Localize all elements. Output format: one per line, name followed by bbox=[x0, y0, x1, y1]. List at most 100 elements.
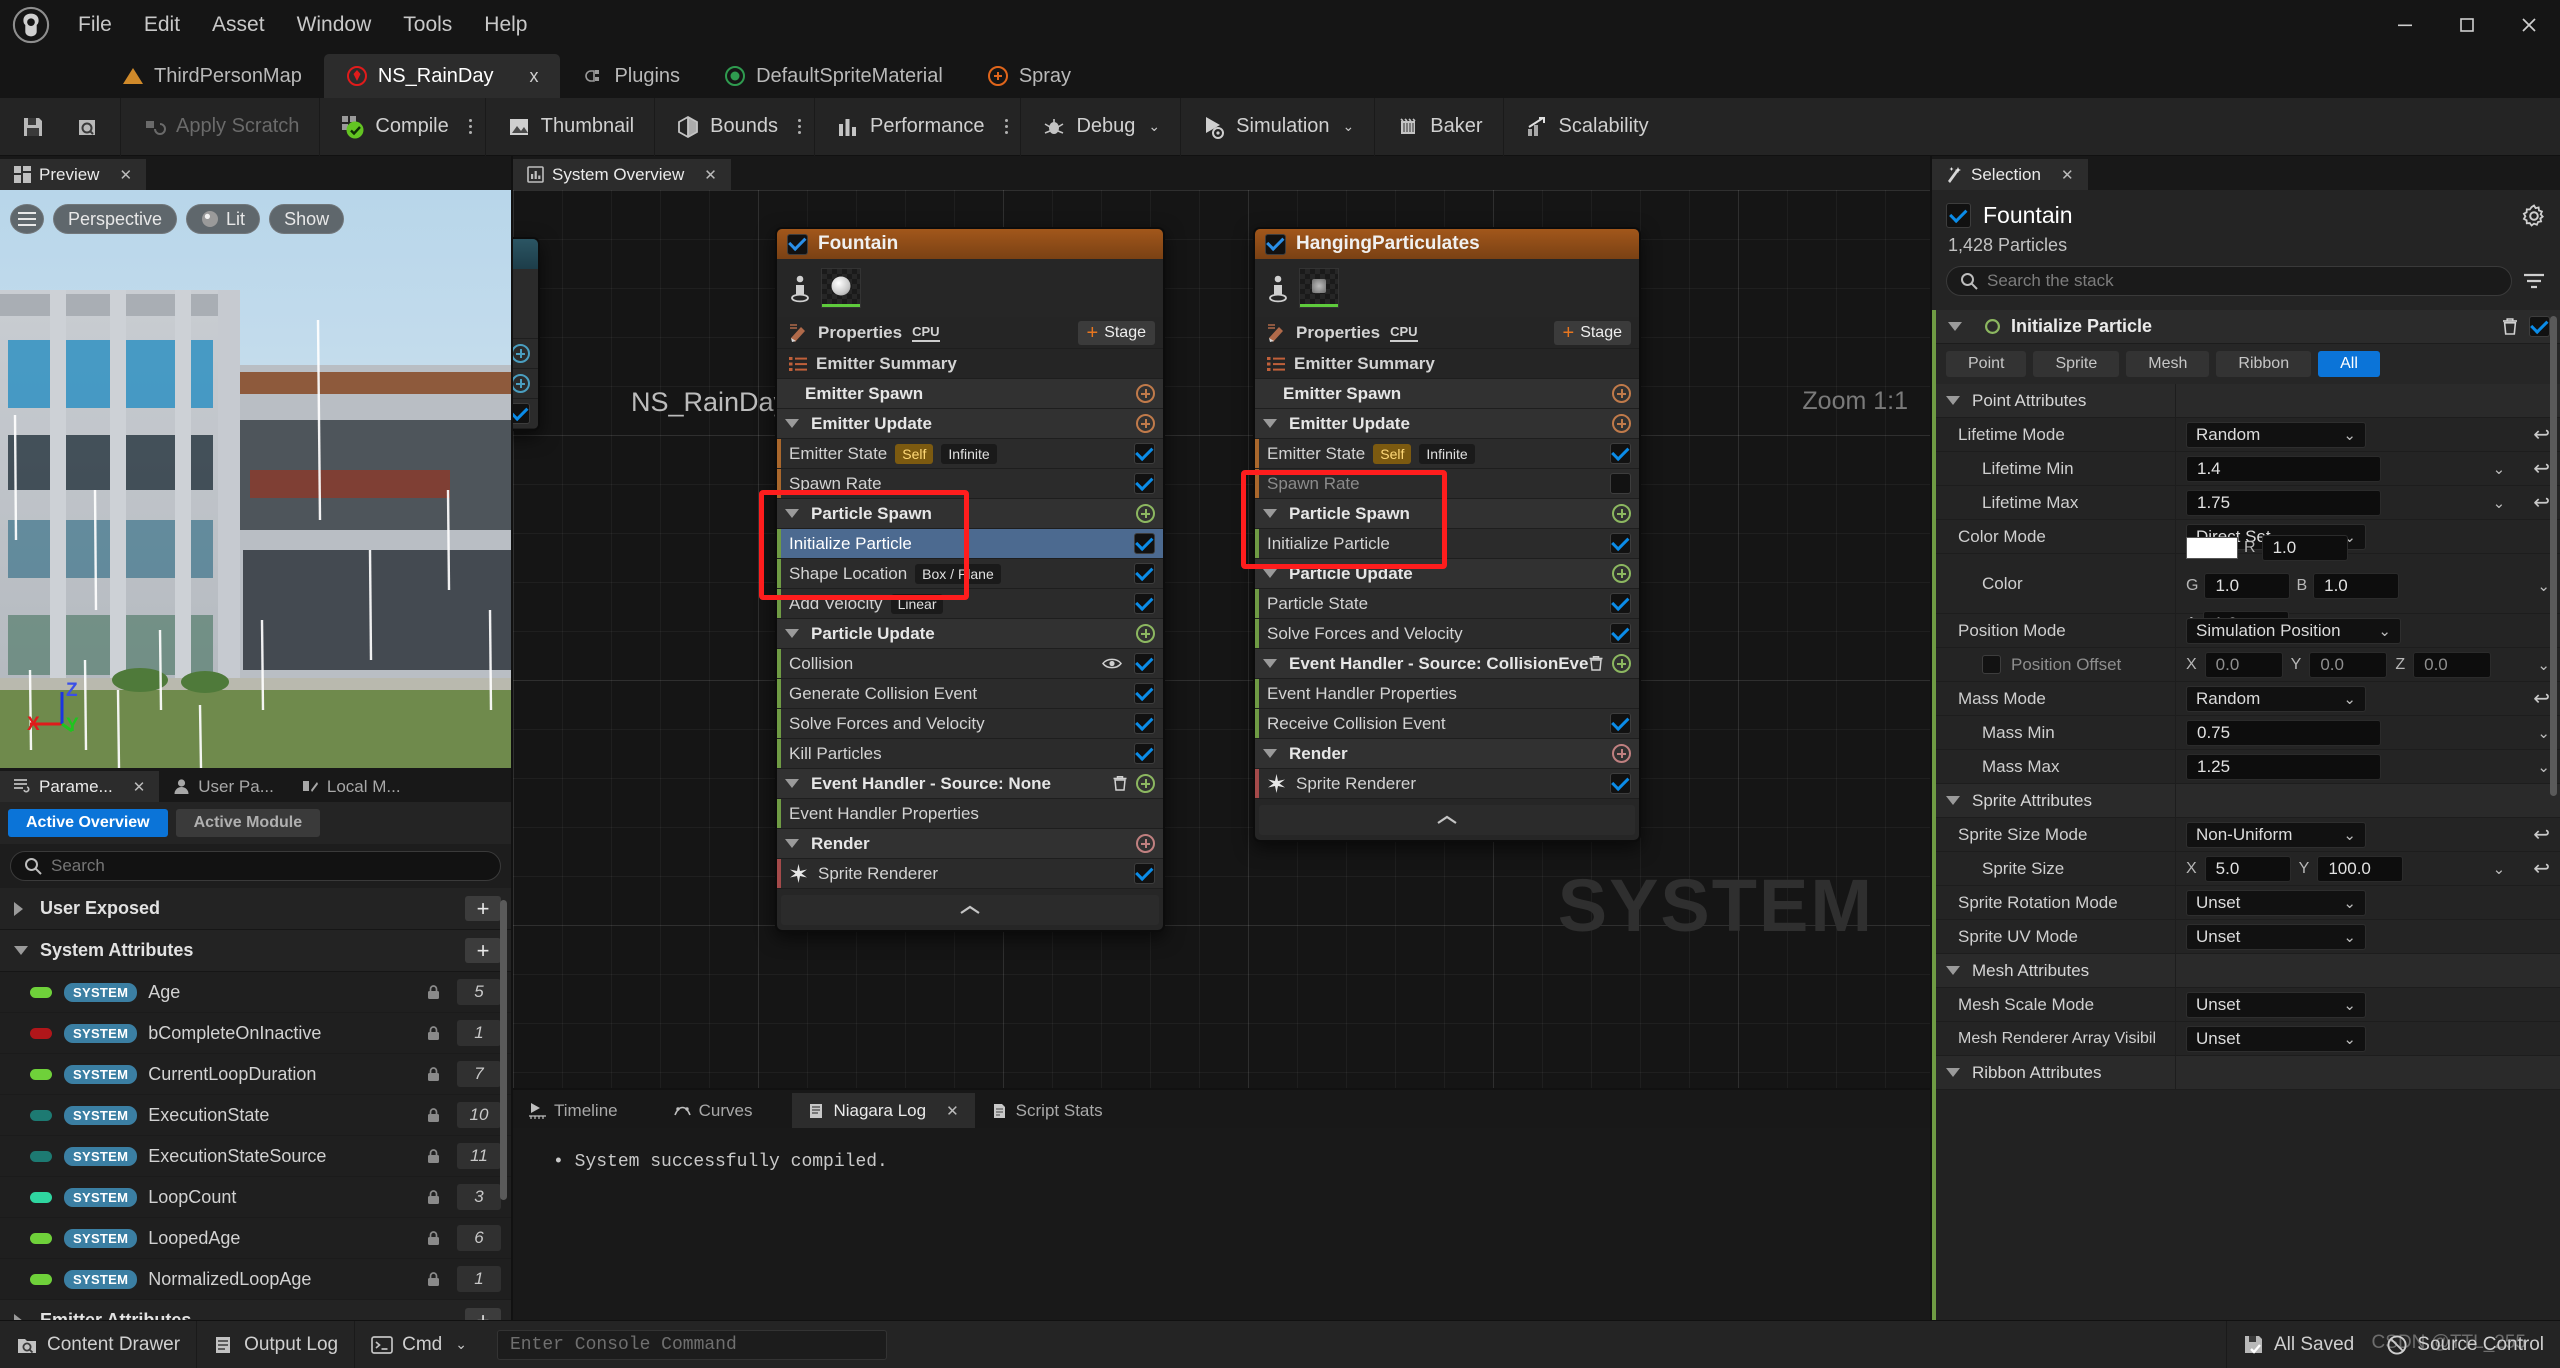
revert-icon[interactable]: ↩ bbox=[2523, 856, 2550, 881]
mesh-scale-mode-dropdown[interactable]: Unset ⌄ bbox=[2186, 991, 2366, 1018]
close-icon[interactable]: ✕ bbox=[133, 778, 146, 796]
emitter-properties-row[interactable]: Properties CPU + Stage bbox=[777, 317, 1163, 349]
add-module-icon[interactable] bbox=[1136, 774, 1155, 793]
segment-active-overview[interactable]: Active Overview bbox=[8, 809, 168, 837]
add-module-icon[interactable] bbox=[1136, 624, 1155, 643]
chevron-down-icon[interactable] bbox=[1263, 509, 1281, 518]
chevron-down-icon[interactable]: ⌄ bbox=[2493, 460, 2506, 478]
save-button[interactable] bbox=[6, 104, 60, 150]
stack-module-solve-forces-and-velocity[interactable]: Solve Forces and Velocity bbox=[1255, 619, 1639, 649]
tab-user-parameters[interactable]: User Pa... bbox=[159, 771, 288, 802]
module-enable-checkbox[interactable] bbox=[1134, 683, 1155, 704]
module-enable-checkbox[interactable] bbox=[1134, 653, 1155, 674]
chevron-down-icon[interactable] bbox=[785, 629, 803, 638]
add-system-attribute-button[interactable]: + bbox=[465, 938, 501, 963]
viewport-perspective-button[interactable]: Perspective bbox=[53, 204, 178, 234]
tab-parameters[interactable]: Parame... ✕ bbox=[0, 771, 160, 802]
prop-lifetime-max[interactable]: Lifetime Max 1.75 ⌄ ↩ bbox=[1936, 486, 2560, 520]
add-module-icon[interactable] bbox=[1612, 564, 1631, 583]
add-renderer-icon[interactable] bbox=[1612, 744, 1631, 763]
stack-category-render[interactable]: Render bbox=[1255, 739, 1639, 769]
prop-sprite-uv-mode[interactable]: Sprite UV Mode Unset ⌄ bbox=[1936, 920, 2560, 954]
chip-ribbon[interactable]: Ribbon bbox=[2216, 351, 2312, 377]
scalability-button[interactable]: Scalability bbox=[1510, 104, 1663, 150]
color-swatch[interactable] bbox=[2186, 536, 2238, 559]
param-row[interactable]: SYSTEM LoopCount 3 bbox=[0, 1177, 511, 1218]
stack-scrollbar[interactable] bbox=[2550, 316, 2557, 796]
chevron-down-icon[interactable] bbox=[785, 419, 803, 428]
add-module-icon[interactable] bbox=[1612, 504, 1631, 523]
baker-button[interactable]: Baker bbox=[1381, 104, 1496, 150]
all-saved-button[interactable]: All Saved bbox=[2227, 1321, 2370, 1368]
selection-enable-checkbox[interactable] bbox=[1946, 203, 1971, 228]
prop-position-offset[interactable]: Position Offset X 0.0 Y 0.0 Z 0.0 ⌄ bbox=[1936, 648, 2560, 682]
compile-button[interactable]: Compile bbox=[326, 104, 462, 150]
sprite-uv-mode-dropdown[interactable]: Unset ⌄ bbox=[2186, 923, 2366, 950]
emitter-properties-row[interactable]: Properties CPU + Stage bbox=[1255, 317, 1639, 349]
module-enable-checkbox[interactable] bbox=[1134, 443, 1155, 464]
segment-active-module[interactable]: Active Module bbox=[175, 809, 321, 837]
enable-checkbox[interactable] bbox=[513, 403, 530, 424]
module-enable-checkbox[interactable] bbox=[1610, 623, 1631, 644]
trash-icon[interactable] bbox=[2501, 317, 2519, 336]
param-row[interactable]: SYSTEM LoopedAge 6 bbox=[0, 1218, 511, 1259]
stack-module-emitter-state[interactable]: Emitter State Self Infinite bbox=[1255, 439, 1639, 469]
stack-module-emitter-state[interactable]: Emitter State Self Infinite bbox=[777, 439, 1163, 469]
add-module-icon[interactable] bbox=[1136, 384, 1155, 403]
menu-asset[interactable]: Asset bbox=[196, 7, 281, 43]
sprite-rotation-mode-dropdown[interactable]: Unset ⌄ bbox=[2186, 889, 2366, 916]
color-b-input[interactable]: 1.0 bbox=[2313, 572, 2400, 599]
apply-scratch-button[interactable]: Apply Scratch bbox=[127, 104, 313, 150]
tab-curves[interactable]: Curves bbox=[658, 1093, 793, 1128]
chip-mesh[interactable]: Mesh bbox=[2126, 351, 2210, 377]
chevron-down-icon[interactable] bbox=[1946, 396, 1964, 405]
maximize-button[interactable] bbox=[2436, 0, 2498, 50]
add-renderer-icon[interactable] bbox=[1136, 834, 1155, 853]
output-log-button[interactable]: Output Log bbox=[197, 1320, 356, 1368]
position-mode-dropdown[interactable]: Simulation Position ⌄ bbox=[2186, 617, 2401, 644]
bounds-options-button[interactable] bbox=[792, 104, 808, 150]
stack-search-box[interactable] bbox=[1946, 266, 2512, 296]
section-ribbon-attributes[interactable]: Ribbon Attributes bbox=[1936, 1056, 2560, 1090]
console-command-input[interactable] bbox=[509, 1334, 874, 1355]
preview-viewport[interactable]: Perspective Lit Show X Y Z bbox=[0, 190, 511, 768]
asset-tab-spray[interactable]: Spray bbox=[965, 54, 1093, 98]
add-stage-button[interactable]: + Stage bbox=[1077, 320, 1155, 345]
param-group-system-attributes[interactable]: System Attributes + bbox=[0, 930, 511, 972]
chevron-right-icon[interactable] bbox=[14, 901, 32, 916]
position-offset-z-input[interactable]: 0.0 bbox=[2413, 651, 2492, 678]
tab-selection[interactable]: Selection ✕ bbox=[1932, 159, 2088, 190]
prop-mesh-renderer-array-visibility[interactable]: Mesh Renderer Array Visibil Unset ⌄ bbox=[1936, 1022, 2560, 1056]
prop-mass-mode[interactable]: Mass Mode Random ⌄ ↩ bbox=[1936, 682, 2560, 716]
chip-point[interactable]: Point bbox=[1946, 351, 2027, 377]
asset-tab-defaultspritematerial[interactable]: DefaultSpriteMaterial bbox=[702, 54, 965, 98]
minimize-button[interactable] bbox=[2374, 0, 2436, 50]
stack-module-receive-collision-event[interactable]: Receive Collision Event bbox=[1255, 709, 1639, 739]
parameters-search-input[interactable] bbox=[51, 856, 487, 876]
prop-sprite-rotation-mode[interactable]: Sprite Rotation Mode Unset ⌄ bbox=[1936, 886, 2560, 920]
chevron-down-icon[interactable] bbox=[1946, 1068, 1964, 1077]
position-offset-checkbox[interactable] bbox=[1982, 655, 2001, 674]
stack-module-spawn-rate[interactable]: Spawn Rate bbox=[1255, 469, 1639, 499]
add-module-icon[interactable] bbox=[513, 374, 530, 393]
stack-module-generate-collision-event[interactable]: Generate Collision Event bbox=[777, 679, 1163, 709]
chevron-right-icon[interactable] bbox=[14, 1313, 32, 1320]
system-overview-graph[interactable]: NS_RainDay Zoom 1:1 SYSTEM y eters wn at… bbox=[513, 190, 1930, 1088]
chevron-down-icon[interactable] bbox=[1948, 322, 1966, 331]
close-icon[interactable]: ✕ bbox=[704, 166, 717, 184]
chevron-down-icon[interactable] bbox=[785, 779, 803, 788]
stack-category-emitter-spawn[interactable]: Emitter Spawn bbox=[1255, 379, 1639, 409]
prop-sprite-size-mode[interactable]: Sprite Size Mode Non-Uniform ⌄ ↩ bbox=[1936, 818, 2560, 852]
prop-lifetime-min[interactable]: Lifetime Min 1.4 ⌄ ↩ bbox=[1936, 452, 2560, 486]
revert-icon[interactable]: ↩ bbox=[2523, 490, 2550, 515]
module-enable-checkbox[interactable] bbox=[1610, 473, 1631, 494]
system-node-row[interactable]: eters bbox=[513, 309, 538, 339]
system-node-partial[interactable]: y eters wn ate bbox=[513, 237, 540, 431]
close-icon[interactable]: ✕ bbox=[2061, 166, 2074, 184]
emitter-node-hangingparticulates[interactable]: HangingParticulates Properties CPU + Sta… bbox=[1253, 227, 1641, 842]
close-icon[interactable]: ✕ bbox=[946, 1102, 959, 1120]
param-row[interactable]: SYSTEM Age 5 bbox=[0, 972, 511, 1013]
prop-position-mode[interactable]: Position Mode Simulation Position ⌄ bbox=[1936, 614, 2560, 648]
simulation-button[interactable]: Simulation ⌄ bbox=[1187, 104, 1368, 150]
module-enable-checkbox[interactable] bbox=[1610, 443, 1631, 464]
